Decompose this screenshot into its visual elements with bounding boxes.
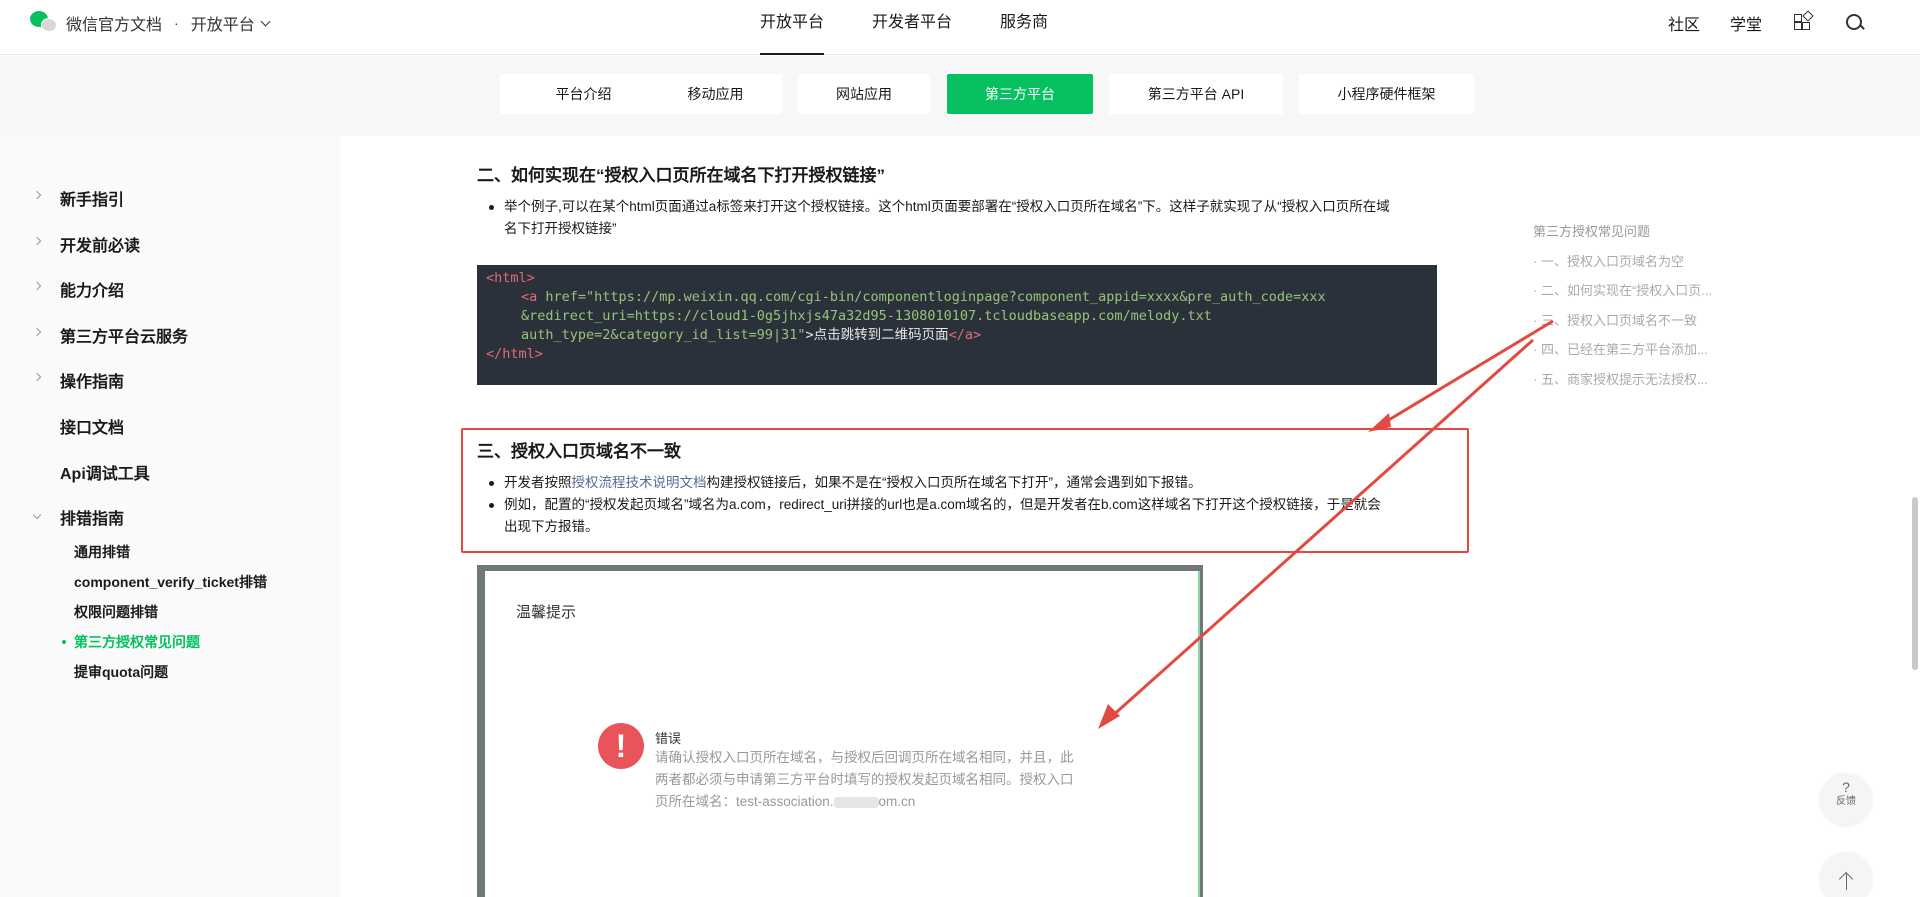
code-link-text: 点击跳转到二维码页面 bbox=[813, 327, 949, 343]
nav-open-platform[interactable]: 开放平台 bbox=[760, 0, 825, 55]
toc-item-3[interactable]: · 三、授权入口页域名不一致 bbox=[1533, 310, 1697, 329]
dialog-title: 温馨提示 bbox=[516, 604, 577, 621]
arrow-up-stem bbox=[1845, 874, 1847, 890]
sidebar-subitem-auth-faq[interactable]: 第三方授权常见问题 bbox=[74, 632, 200, 652]
question-icon: ? bbox=[1842, 779, 1850, 795]
brand[interactable]: 微信官方文档 · 开放平台 bbox=[30, 10, 271, 36]
bullet-icon bbox=[489, 503, 494, 508]
section3-bullet2: 例如，配置的“授权发起页域名”域名为a.com，redirect_uri拼接的u… bbox=[489, 494, 1444, 538]
tab-third-party-platform[interactable]: 第三方平台 bbox=[947, 74, 1093, 114]
toc-title: 第三方授权常见问题 bbox=[1533, 224, 1651, 239]
section3-bullet1-suffix: 构建授权链接后，如果不是在“授权入口页所在域名下打开”，通常会遇到如下报错。 bbox=[706, 475, 1202, 490]
sidebar-item-before-dev[interactable]: 开发前必读 bbox=[60, 232, 140, 256]
sidebar-subitem-general[interactable]: 通用排错 bbox=[74, 542, 130, 562]
code-html-open: <html> bbox=[486, 270, 535, 286]
section-heading-3: 三、授权入口页域名不一致 bbox=[477, 442, 681, 461]
auth-flow-doc-link[interactable]: 授权流程技术说明文档 bbox=[572, 475, 707, 490]
sidebar-item-getting-started[interactable]: 新手指引 bbox=[60, 186, 124, 210]
back-to-top-button[interactable] bbox=[1820, 852, 1872, 897]
toc-item-1[interactable]: · 一、授权入口页域名为空 bbox=[1533, 251, 1684, 270]
error-line3-start: 页所在域名：test-association. bbox=[655, 794, 834, 809]
feedback-button[interactable]: ? 反馈 bbox=[1820, 773, 1872, 825]
sidebar-item-capabilities[interactable]: 能力介绍 bbox=[60, 277, 124, 301]
tab-mini-program-hardware[interactable]: 小程序硬件框架 bbox=[1299, 74, 1474, 114]
section3-bullet2-line1: 例如，配置的“授权发起页域名”域名为a.com，redirect_uri拼接的u… bbox=[504, 497, 1381, 512]
section2-bullet: 举个例子,可以在某个html页面通过a标签来打开这个授权链接。这个html页面要… bbox=[489, 196, 1444, 240]
error-screenshot: 温馨提示 ! 错误 请确认授权入口页所在域名，与授权后回调页所在域名相同，并且，… bbox=[477, 565, 1203, 897]
nav-academy[interactable]: 学堂 bbox=[1730, 11, 1762, 35]
sidebar-item-api-docs[interactable]: 接口文档 bbox=[60, 414, 124, 438]
error-message: 请确认授权入口页所在域名，与授权后回调页所在域名相同，并且，此 两者都必须与申请… bbox=[655, 747, 1095, 813]
code-attr-href: href= bbox=[545, 289, 587, 305]
tab-mobile-app[interactable]: 移动应用 bbox=[649, 74, 782, 114]
sub-tab-bar: 平台介绍 移动应用 网站应用 第三方平台 第三方平台 API 小程序硬件框架 bbox=[0, 56, 1920, 136]
redacted-blur bbox=[833, 796, 879, 808]
error-title: 错误 bbox=[655, 731, 682, 746]
sidebar-item-troubleshooting[interactable]: 排错指南 bbox=[60, 505, 124, 529]
section3-bullet1: 开发者按照授权流程技术说明文档构建授权链接后，如果不是在“授权入口页所在域名下打… bbox=[489, 472, 1444, 494]
tab-third-party-api[interactable]: 第三方平台 API bbox=[1109, 74, 1283, 114]
scrollbar-thumb[interactable] bbox=[1912, 497, 1918, 670]
toc-item-5[interactable]: · 五、商家授权提示无法授权... bbox=[1533, 369, 1708, 388]
chevron-down-icon[interactable] bbox=[260, 16, 271, 26]
section2-bullet-line1: 举个例子,可以在某个html页面通过a标签来打开这个授权链接。这个html页面要… bbox=[504, 199, 1390, 214]
section-heading-2: 二、如何实现在“授权入口页所在域名下打开授权链接” bbox=[477, 166, 885, 185]
sidebar bbox=[0, 136, 340, 897]
brand-separator: · bbox=[174, 15, 179, 31]
code-a-open: <a bbox=[521, 289, 538, 305]
section2-bullet-line2: 名下打开授权链接” bbox=[504, 221, 617, 236]
sidebar-subitem-quota[interactable]: 提审quota问题 bbox=[74, 662, 168, 682]
toc-item-4[interactable]: · 四、已经在第三方平台添加... bbox=[1533, 339, 1708, 358]
sidebar-item-operation-guide[interactable]: 操作指南 bbox=[60, 368, 124, 392]
code-block: <html> <a href="https://mp.weixin.qq.com… bbox=[477, 265, 1437, 385]
sidebar-subitem-ticket[interactable]: component_verify_ticket排错 bbox=[74, 572, 267, 592]
search-icon[interactable] bbox=[1844, 12, 1866, 34]
sidebar-subitem-permission[interactable]: 权限问题排错 bbox=[74, 602, 158, 622]
tab-website-app[interactable]: 网站应用 bbox=[798, 74, 930, 114]
top-header: 微信官方文档 · 开放平台 开放平台 开发者平台 服务商 社区 学堂 bbox=[0, 0, 1920, 55]
error-line3-end: om.cn bbox=[878, 794, 916, 809]
right-nav: 社区 学堂 bbox=[1638, 0, 1866, 46]
section3-bullet2-line2: 出现下方报错。 bbox=[504, 519, 599, 534]
tab-platform-intro[interactable]: 平台介绍 bbox=[500, 74, 667, 114]
error-icon: ! bbox=[598, 723, 644, 769]
nav-community[interactable]: 社区 bbox=[1668, 11, 1700, 35]
error-line2: 两者都必须与申请第三方平台时填写的授权发起页域名相同。授权入口 bbox=[655, 772, 1074, 787]
main-nav: 开放平台 开发者平台 服务商 bbox=[760, 0, 1086, 55]
code-url-line1: "https://mp.weixin.qq.com/cgi-bin/compon… bbox=[586, 289, 1326, 305]
error-line3: 页所在域名：test-association. om.cn bbox=[655, 791, 1095, 813]
section-switcher[interactable]: 开放平台 bbox=[191, 11, 255, 35]
code-html-close: </html> bbox=[486, 346, 543, 362]
error-line1: 请确认授权入口页所在域名，与授权后回调页所在域名相同，并且，此 bbox=[655, 750, 1074, 765]
error-dialog: 温馨提示 ! 错误 请确认授权入口页所在域名，与授权后回调页所在域名相同，并且，… bbox=[485, 571, 1200, 897]
bullet-icon bbox=[489, 205, 494, 210]
feedback-label: 反馈 bbox=[1836, 796, 1856, 807]
code-a-close: </a> bbox=[948, 327, 982, 343]
section3-bullet1-prefix: 开发者按照 bbox=[504, 475, 572, 490]
bullet-icon bbox=[489, 481, 494, 486]
nav-service-provider[interactable]: 服务商 bbox=[1000, 0, 1048, 55]
nav-developer-platform[interactable]: 开发者平台 bbox=[872, 0, 952, 55]
sidebar-item-cloud-service[interactable]: 第三方平台云服务 bbox=[60, 323, 188, 347]
apps-icon[interactable] bbox=[1792, 10, 1814, 34]
code-gt: > bbox=[805, 327, 814, 343]
toc-item-2[interactable]: · 二、如何实现在“授权入口页... bbox=[1533, 280, 1712, 299]
code-url-line2: &redirect_uri=https://cloud1-0g5jhxjs47a… bbox=[521, 308, 1212, 324]
brand-name: 微信官方文档 bbox=[66, 17, 163, 34]
wechat-logo-icon bbox=[30, 11, 58, 35]
code-url-line3: auth_type=2&category_id_list=99|31" bbox=[521, 327, 806, 343]
active-dot-icon bbox=[62, 640, 66, 644]
sidebar-item-api-debug-tool[interactable]: Api调试工具 bbox=[60, 460, 150, 484]
